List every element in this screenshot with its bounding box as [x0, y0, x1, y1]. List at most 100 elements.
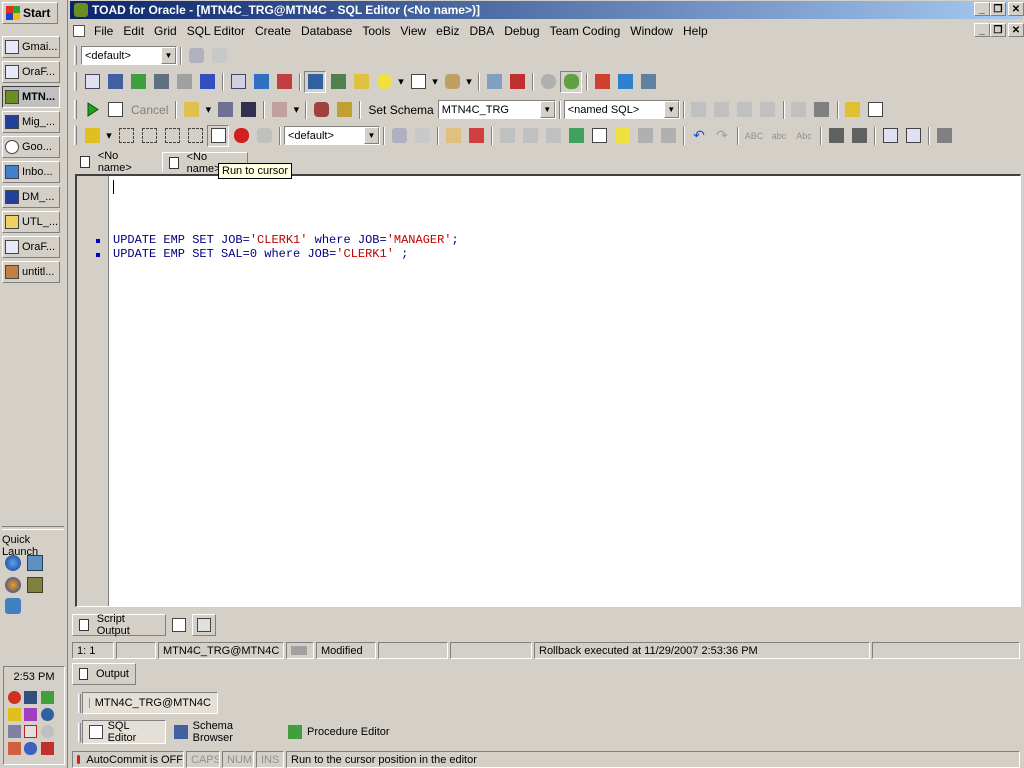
hand-icon[interactable] [253, 125, 275, 147]
menu-file[interactable]: File [89, 24, 118, 38]
desktop-icon[interactable] [27, 555, 43, 571]
indent-icon[interactable] [825, 125, 847, 147]
copy-icon[interactable] [519, 125, 541, 147]
export-disabled-icon[interactable] [757, 99, 779, 121]
highlight-icon[interactable] [611, 125, 633, 147]
chevron-down-icon[interactable]: ▾ [291, 99, 301, 121]
clear-all-icon[interactable] [657, 125, 679, 147]
sql-comment-icon[interactable] [879, 125, 901, 147]
run-to-cursor-icon[interactable] [207, 124, 229, 147]
antivirus-icon[interactable] [41, 742, 54, 755]
goto-disabled-icon[interactable] [788, 99, 810, 121]
menu-database[interactable]: Database [296, 24, 357, 38]
paste-icon[interactable] [542, 125, 564, 147]
app-tray-icon[interactable] [24, 708, 37, 721]
taskbar-item-paint[interactable]: untitl... [2, 261, 60, 283]
sql-modeler-icon[interactable] [227, 71, 249, 93]
gmail-notifier-icon[interactable] [24, 725, 37, 738]
open-file-icon[interactable] [180, 99, 202, 121]
clipboard-green-icon[interactable] [565, 125, 587, 147]
taskbar-item-oracle-forms[interactable]: OraF... [2, 61, 60, 83]
stop-icon[interactable] [8, 691, 21, 704]
minimize-button[interactable]: _ [974, 2, 990, 16]
save-as-icon[interactable] [214, 99, 236, 121]
autocommit-status[interactable]: AutoCommit is OFF [72, 751, 184, 768]
new-tab-icon[interactable] [442, 125, 464, 147]
clock-icon[interactable] [27, 577, 43, 593]
menu-sql-editor[interactable]: SQL Editor [182, 24, 250, 38]
commit-icon[interactable] [483, 71, 505, 93]
code-line-1[interactable]: UPDATE EMP SET JOB='CLERK1' where JOB='M… [113, 233, 459, 247]
print-icon[interactable] [933, 125, 955, 147]
compare-icon[interactable] [273, 71, 295, 93]
taskbar-item-utl-folder[interactable]: UTL_... [2, 211, 60, 233]
grid-view-icon[interactable] [865, 99, 887, 121]
taskbar-item-inbox[interactable]: Inbo... [2, 161, 60, 183]
explain-plan-icon[interactable] [173, 71, 195, 93]
menu-team-coding[interactable]: Team Coding [545, 24, 626, 38]
menu-dba[interactable]: DBA [465, 24, 500, 38]
taskbar-item-word-doc[interactable]: Mig_... [2, 111, 60, 133]
new-connection-icon[interactable] [185, 45, 207, 67]
sql-editor-doc-icon[interactable] [70, 20, 88, 42]
lightning-icon[interactable] [81, 125, 103, 147]
window-tab-schema-browser[interactable]: Schema Browser [168, 720, 280, 744]
fast-forward-icon[interactable] [842, 99, 864, 121]
debug-bug-icon[interactable] [560, 70, 582, 93]
outdent-icon[interactable] [848, 125, 870, 147]
format-icon[interactable] [333, 99, 355, 121]
menu-grid[interactable]: Grid [149, 24, 182, 38]
timer-icon[interactable] [537, 71, 559, 93]
connection-wire-icon[interactable] [268, 99, 290, 121]
globe-icon[interactable] [41, 708, 54, 721]
undo-icon[interactable]: ↶ [688, 125, 710, 147]
schema-browser-icon[interactable] [104, 71, 126, 93]
window-tab-procedure-editor[interactable]: Procedure Editor [282, 720, 410, 744]
procedure-editor-icon[interactable] [127, 71, 149, 93]
taskbar-item-google-talk[interactable]: Goo... [2, 136, 60, 158]
tab-script-output[interactable]: Script Output [72, 613, 166, 637]
breakpoint-icon[interactable] [230, 125, 252, 147]
network-icon[interactable] [5, 598, 21, 614]
copy-disabled-icon[interactable] [688, 99, 710, 121]
paste-disabled-icon[interactable] [711, 99, 733, 121]
menu-ebiz[interactable]: eBiz [431, 24, 464, 38]
tab-no-name-1[interactable]: <No name> [74, 150, 160, 174]
object-search-icon[interactable] [327, 71, 349, 93]
step-over-icon[interactable] [115, 125, 137, 147]
clear-icon[interactable] [634, 125, 656, 147]
bluetooth-icon[interactable] [24, 742, 37, 755]
mdi-minimize-button[interactable]: _ [974, 23, 990, 37]
named-sql-combo[interactable]: <named SQL> ▼ [563, 100, 680, 119]
upload-icon[interactable] [614, 71, 636, 93]
mdi-close-button[interactable]: ✕ [1008, 23, 1024, 37]
capitalize-icon[interactable]: Abc [792, 125, 816, 147]
menu-view[interactable]: View [395, 24, 431, 38]
trace-into-icon[interactable] [184, 125, 206, 147]
debug-profile-combo[interactable]: <default> ▼ [284, 126, 380, 145]
editor-gutter[interactable] [77, 176, 109, 606]
duplicate-disabled-icon[interactable] [734, 99, 756, 121]
close-tab-icon[interactable] [465, 125, 487, 147]
internet-explorer-icon[interactable] [5, 555, 21, 571]
mdi-restore-button[interactable]: ❐ [990, 23, 1006, 37]
session-browser-icon[interactable] [150, 71, 172, 93]
output-button[interactable]: Output [72, 663, 136, 685]
tab-grid-output[interactable] [168, 614, 192, 636]
menu-edit[interactable]: Edit [118, 24, 149, 38]
media-player-icon[interactable] [5, 577, 21, 593]
task-list-icon[interactable] [304, 70, 326, 93]
taskbar-item-gmail[interactable]: Gmai... [2, 36, 60, 58]
step-into-icon[interactable] [138, 125, 160, 147]
help-bulb-icon[interactable] [373, 71, 395, 93]
chevron-down-icon[interactable]: ▾ [396, 71, 406, 93]
schema-combo[interactable]: MTN4C_TRG ▼ [437, 100, 556, 119]
sql-uncomment-icon[interactable] [902, 125, 924, 147]
menu-tools[interactable]: Tools [357, 24, 395, 38]
tab-explain-output[interactable] [192, 614, 216, 636]
disconnect-icon[interactable] [411, 125, 433, 147]
menu-debug[interactable]: Debug [499, 24, 544, 38]
speaker-icon[interactable] [8, 725, 21, 738]
database-icon[interactable] [441, 71, 463, 93]
tools-icon[interactable] [8, 742, 21, 755]
